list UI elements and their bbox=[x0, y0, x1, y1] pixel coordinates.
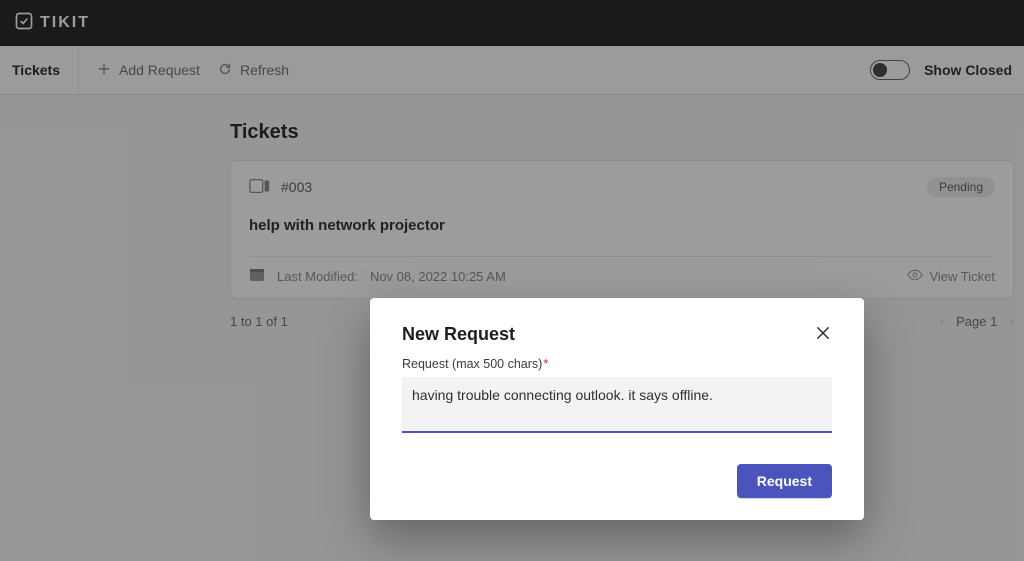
modal-title: New Request bbox=[402, 324, 515, 345]
request-field-label-text: Request (max 500 chars) bbox=[402, 357, 542, 371]
required-star: * bbox=[543, 357, 548, 371]
request-submit-button[interactable]: Request bbox=[737, 464, 832, 498]
app-root: TIKIT Tickets Add Request Refresh bbox=[0, 0, 1024, 561]
close-icon[interactable] bbox=[814, 324, 832, 342]
request-textarea[interactable] bbox=[402, 377, 832, 433]
request-field-label: Request (max 500 chars)* bbox=[402, 357, 832, 371]
new-request-modal: New Request Request (max 500 chars)* Req… bbox=[370, 298, 864, 520]
